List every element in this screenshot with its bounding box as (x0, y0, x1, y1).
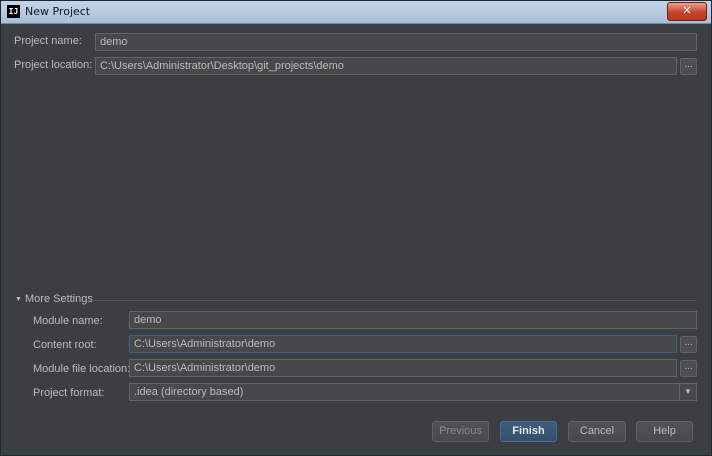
module-name-field[interactable]: demo (129, 311, 697, 329)
previous-button[interactable]: Previous (432, 421, 489, 442)
close-button[interactable]: ✕ (667, 2, 707, 21)
collapse-triangle-icon: ▼ (15, 296, 22, 303)
window-title: New Project (25, 5, 91, 18)
project-location-label: Project location: (14, 59, 93, 71)
new-project-dialog: IJ New Project ✕ Project name: demo Proj… (0, 0, 712, 456)
module-name-label: Module name: (33, 315, 103, 327)
help-button[interactable]: Help (636, 421, 693, 442)
module-file-location-field[interactable]: C:\Users\Administrator\demo (129, 359, 677, 377)
project-format-select[interactable]: .idea (directory based) ▼ (129, 383, 697, 401)
project-format-label: Project format: (33, 387, 105, 399)
content-root-label: Content root: (33, 339, 97, 351)
project-name-field[interactable]: demo (95, 33, 697, 51)
title-bar[interactable]: IJ New Project ✕ (1, 1, 711, 24)
cancel-button[interactable]: Cancel (568, 421, 626, 442)
intellij-app-icon: IJ (7, 5, 20, 18)
module-file-location-label: Module file location: (33, 363, 131, 375)
content-root-field[interactable]: C:\Users\Administrator\demo (129, 335, 677, 353)
dialog-content: Project name: demo Project location: C:\… (4, 25, 708, 453)
content-root-browse-button[interactable]: ... (680, 336, 697, 353)
finish-button[interactable]: Finish (500, 421, 557, 442)
section-divider (88, 300, 696, 301)
module-file-location-browse-button[interactable]: ... (680, 360, 697, 377)
project-name-label: Project name: (14, 35, 82, 47)
more-settings-label: More Settings (25, 293, 93, 305)
project-location-browse-button[interactable]: ... (680, 58, 697, 75)
more-settings-toggle[interactable]: ▼ More Settings (15, 293, 93, 305)
dropdown-arrow-icon[interactable]: ▼ (679, 384, 696, 400)
project-format-value: .idea (directory based) (134, 386, 244, 398)
project-location-field[interactable]: C:\Users\Administrator\Desktop\git_proje… (95, 57, 677, 75)
